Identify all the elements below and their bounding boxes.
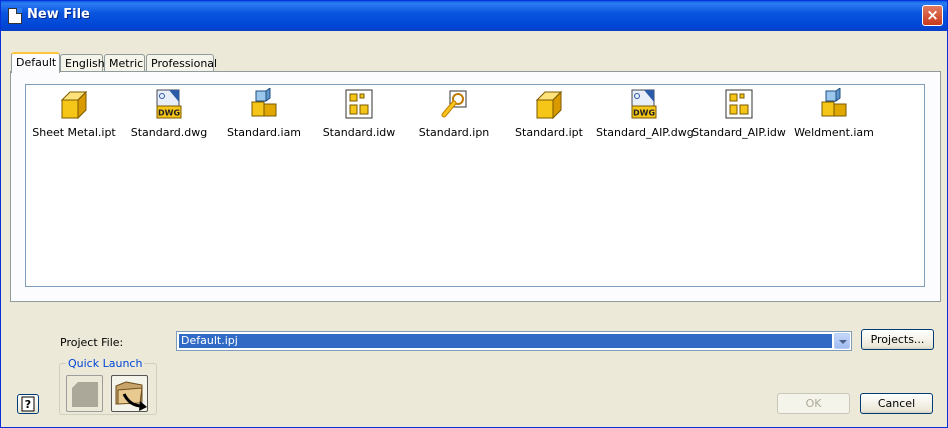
ok-button[interactable]: OK — [777, 393, 850, 414]
file-name: Standard.dwg — [130, 126, 208, 139]
tab-professional[interactable]: Professional — [146, 54, 217, 72]
project-file-label: Project File: — [60, 336, 124, 349]
new-file-dialog: New File × Default English Metric Profes… — [0, 0, 948, 428]
drawing-icon — [725, 89, 753, 119]
file-name: Standard.ipn — [418, 126, 490, 139]
open-file-quick-button[interactable] — [111, 375, 148, 412]
help-glyph: ? — [25, 398, 31, 411]
list-item[interactable]: Sheet Metal.ipt — [26, 88, 122, 146]
drawing-icon — [345, 89, 373, 119]
list-item[interactable]: Standard.ipn — [406, 88, 502, 146]
open-folder-icon — [115, 381, 147, 411]
list-item[interactable]: DWG Standard.dwg — [121, 88, 217, 146]
assembly-icon — [251, 88, 277, 117]
project-file-value: Default.ipj — [179, 334, 832, 348]
projects-button[interactable]: Projects... — [861, 329, 934, 350]
file-name: Standard_AIP.dwg — [596, 126, 694, 139]
list-item[interactable]: Weldment.iam — [786, 88, 882, 146]
tab-metric[interactable]: Metric — [104, 54, 145, 72]
list-item[interactable]: Standard_AIP.idw — [691, 88, 787, 146]
cancel-button[interactable]: Cancel — [860, 393, 933, 414]
file-name: Standard_AIP.idw — [692, 126, 786, 139]
assembly-icon — [821, 88, 847, 117]
help-icon: ? — [21, 396, 35, 412]
file-name: Standard.idw — [322, 126, 396, 139]
disabled-part-icon — [72, 382, 98, 407]
window-title: New File — [27, 7, 90, 22]
dwg-icon: DWG — [156, 89, 182, 119]
list-item[interactable]: Standard.idw — [311, 88, 407, 146]
new-file-icon — [8, 8, 22, 24]
svg-text:DWG: DWG — [158, 109, 180, 118]
file-name: Sheet Metal.ipt — [32, 126, 116, 139]
quick-launch-label: Quick Launch — [66, 357, 145, 370]
svg-text:DWG: DWG — [633, 109, 655, 118]
help-button[interactable]: ? — [17, 394, 39, 414]
close-button[interactable]: × — [922, 5, 943, 26]
project-file-select[interactable]: Default.ipj — [176, 331, 852, 351]
file-name: Weldment.iam — [794, 126, 874, 139]
title-bar[interactable]: New File × — [1, 1, 947, 31]
part-icon — [535, 90, 563, 120]
list-item[interactable]: DWG Standard_AIP.dwg — [596, 88, 694, 146]
presentation-icon — [441, 90, 467, 118]
tab-english[interactable]: English — [60, 54, 105, 72]
template-list[interactable]: Sheet Metal.ipt DWG Standard.dwg Standar… — [25, 84, 925, 287]
list-item[interactable]: Standard.ipt — [501, 88, 597, 146]
file-name: Standard.ipt — [515, 126, 583, 139]
new-file-quick-button[interactable] — [66, 375, 103, 412]
chevron-down-icon[interactable] — [834, 333, 850, 349]
dwg-icon: DWG — [631, 89, 657, 119]
part-icon — [60, 90, 88, 120]
tab-default[interactable]: Default — [11, 52, 60, 73]
file-name: Standard.iam — [226, 126, 302, 139]
list-item[interactable]: Standard.iam — [216, 88, 312, 146]
